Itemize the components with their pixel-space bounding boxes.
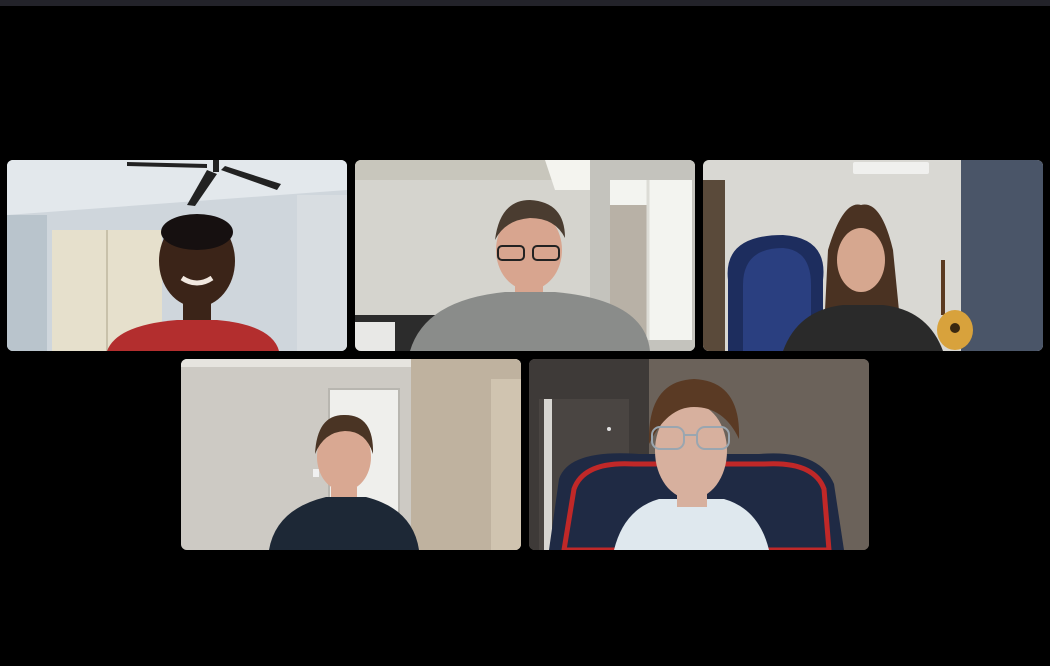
participant-video-5 — [529, 359, 869, 550]
participant-video-3 — [703, 160, 1043, 351]
participant-video-tile-3[interactable] — [703, 160, 1043, 351]
participant-video-tile-2[interactable] — [355, 160, 695, 351]
participant-video-tile-1[interactable] — [7, 160, 347, 351]
participant-video-2 — [355, 160, 695, 351]
window-top-bar — [0, 0, 1050, 6]
participant-video-1 — [7, 160, 347, 351]
participant-video-4 — [181, 359, 521, 550]
participant-video-tile-5[interactable] — [529, 359, 869, 550]
participant-video-tile-4[interactable] — [181, 359, 521, 550]
